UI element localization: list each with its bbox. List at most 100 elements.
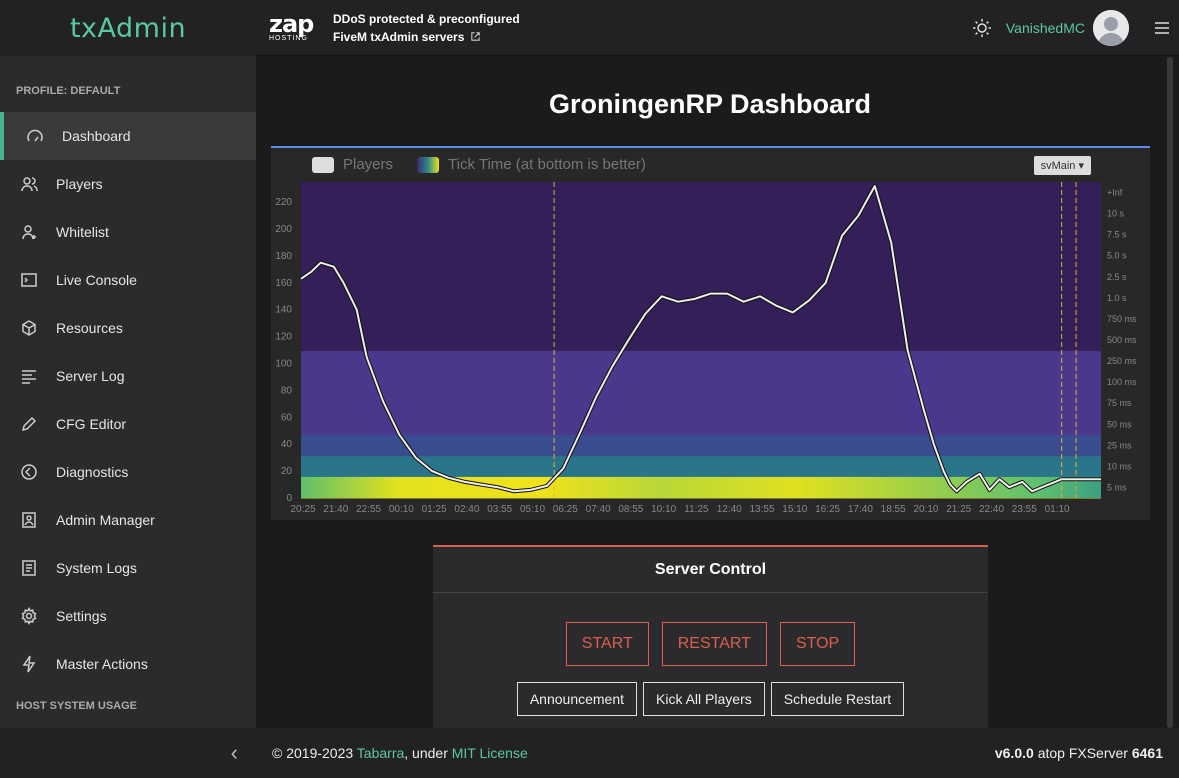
sidebar-item-label: CFG Editor xyxy=(56,416,127,432)
sidebar-item-label: Players xyxy=(56,176,103,192)
sun-icon[interactable] xyxy=(972,18,992,38)
y-right-tick-label: 50 ms xyxy=(1107,419,1132,429)
heatmap-band xyxy=(301,203,1101,225)
sidebar-item-server-log[interactable]: Server Log xyxy=(0,352,256,400)
fxserver-build: 6461 xyxy=(1131,745,1163,761)
sidebar-item-resources[interactable]: Resources xyxy=(0,304,256,352)
external-link-icon xyxy=(471,31,480,41)
restart-button[interactable]: RESTART xyxy=(661,622,767,666)
sidebar-item-label: Settings xyxy=(56,608,107,624)
sidebar-item-label: System Logs xyxy=(56,560,137,576)
scrollbar[interactable] xyxy=(1167,57,1173,728)
y-left-tick-label: 100 xyxy=(275,359,292,370)
legend-label-players[interactable]: Players xyxy=(343,156,393,173)
gauge-icon xyxy=(24,125,46,147)
performance-chart-card: 0 20 40 60 80 100 120 140 160 180 200 220 5 ms 10 ms 2… xyxy=(271,146,1150,520)
heatmap-band xyxy=(301,245,1101,267)
sidebar-item-label: Dashboard xyxy=(62,128,131,144)
sidebar-collapse-button[interactable]: ‹ xyxy=(0,728,256,778)
heatmap-band xyxy=(301,413,1101,436)
avatar[interactable] xyxy=(1093,10,1129,46)
y-left-tick-label: 120 xyxy=(275,332,292,343)
sidebar-item-label: Master Actions xyxy=(56,656,148,672)
license-link[interactable]: MIT License xyxy=(452,745,528,761)
legend-swatch-ticktime[interactable] xyxy=(417,156,440,173)
top-header: zap HOSTING DDoS protected & preconfigur… xyxy=(256,0,1179,56)
stop-button[interactable]: STOP xyxy=(779,622,856,666)
start-button[interactable]: START xyxy=(565,622,649,666)
header-right: VanishedMC xyxy=(972,0,1179,56)
sidebar-item-diagnostics[interactable]: Diagnostics xyxy=(0,448,256,496)
document-icon xyxy=(18,557,40,579)
y-right-tick-label: +Inf xyxy=(1107,188,1123,198)
y-left-tick-label: 200 xyxy=(275,224,292,235)
admin-icon xyxy=(18,509,40,531)
x-tick-label: 07:40 xyxy=(586,504,611,515)
x-tick-label: 20:25 xyxy=(290,504,315,515)
x-tick-label: 21:25 xyxy=(946,504,971,515)
sidebar-item-label: Whitelist xyxy=(56,224,109,240)
thread-select-dropdown[interactable]: svMain ▾ xyxy=(1033,156,1091,175)
profile-label: PROFILE: DEFAULT xyxy=(16,85,121,97)
x-tick-label: 06:25 xyxy=(553,504,578,515)
footer-version: v6.0.0 atop FXServer 6461 xyxy=(995,745,1163,761)
zap-hosting-logo[interactable]: zap HOSTING xyxy=(269,9,325,43)
x-tick-label: 22:40 xyxy=(979,504,1004,515)
heatmap-fast-ticks xyxy=(301,476,1101,498)
kick-all-players-button[interactable]: Kick All Players xyxy=(643,682,765,716)
server-control-title: Server Control xyxy=(433,547,988,593)
legend-label-ticktime[interactable]: Tick Time (at bottom is better) xyxy=(448,156,646,173)
sidebar-item-players[interactable]: Players xyxy=(0,160,256,208)
sidebar-item-settings[interactable]: Settings xyxy=(0,592,256,640)
brand-logo[interactable]: txAdmin xyxy=(0,0,256,56)
sidebar-item-label: Resources xyxy=(56,320,123,336)
zap-logo-text: zap xyxy=(269,9,314,38)
hamburger-menu-icon[interactable] xyxy=(1155,22,1169,34)
heatmap-band xyxy=(301,350,1101,373)
footer: © 2019-2023 Tabarra, under MIT License v… xyxy=(256,728,1179,778)
heatmap-band xyxy=(301,182,1101,204)
x-tick-label: 00:10 xyxy=(389,504,414,515)
y-right-tick-label: 1.0 s xyxy=(1107,293,1127,303)
sidebar-item-system-logs[interactable]: System Logs xyxy=(0,544,256,592)
list-icon xyxy=(18,365,40,387)
author-link[interactable]: Tabarra xyxy=(357,745,404,761)
promo-line-2: FiveM txAdmin servers xyxy=(333,29,465,44)
host-system-usage-label: HOST SYSTEM USAGE xyxy=(16,700,138,712)
x-tick-label: 15:10 xyxy=(782,504,807,515)
x-tick-label: 13:55 xyxy=(750,504,775,515)
sidebar-item-master-actions[interactable]: Master Actions xyxy=(0,640,256,688)
y-left-tick-label: 220 xyxy=(275,197,292,208)
sidebar-item-label: Server Log xyxy=(56,368,125,384)
copyright-text: © 2019-2023 xyxy=(272,745,354,761)
action-button-row: Announcement Kick All Players Schedule R… xyxy=(433,682,988,716)
y-right-tick-label: 75 ms xyxy=(1107,398,1132,408)
sidebar-item-dashboard[interactable]: Dashboard xyxy=(0,112,256,160)
sidebar-item-cfg-editor[interactable]: CFG Editor xyxy=(0,400,256,448)
announcement-button[interactable]: Announcement xyxy=(516,682,638,716)
username[interactable]: VanishedMC xyxy=(1006,20,1085,36)
y-right-tick-label: 250 ms xyxy=(1107,356,1137,366)
sidebar-item-whitelist[interactable]: Whitelist xyxy=(0,208,256,256)
txadmin-version: v6.0.0 xyxy=(994,745,1034,761)
y-left-tick-label: 160 xyxy=(275,278,292,289)
terminal-icon xyxy=(18,269,40,291)
footer-copyright: © 2019-2023 Tabarra, under MIT License xyxy=(272,745,528,761)
heatmap-band xyxy=(301,266,1101,288)
thread-select-value: svMain xyxy=(1040,160,1076,172)
zap-logo-sub: HOSTING xyxy=(269,34,308,42)
y-right-tick-label: 750 ms xyxy=(1107,314,1137,324)
x-tick-label: 12:40 xyxy=(717,504,742,515)
bolt-icon xyxy=(18,653,40,675)
sidebar-item-label: Admin Manager xyxy=(56,512,155,528)
schedule-restart-button[interactable]: Schedule Restart xyxy=(770,682,905,716)
promo-link[interactable]: DDoS protected & preconfigured FiveM txA… xyxy=(333,10,520,46)
legend-swatch-players[interactable] xyxy=(312,156,334,173)
chart-legend: Players Tick Time (at bottom is better) xyxy=(312,156,670,173)
under-text: , under xyxy=(404,745,448,761)
y-right-tick-label: 10 ms xyxy=(1107,461,1132,471)
sidebar-item-live-console[interactable]: Live Console xyxy=(0,256,256,304)
y-right-tick-label: 100 ms xyxy=(1107,377,1137,387)
heatmap-band xyxy=(301,371,1101,394)
sidebar-item-admin-manager[interactable]: Admin Manager xyxy=(0,496,256,544)
